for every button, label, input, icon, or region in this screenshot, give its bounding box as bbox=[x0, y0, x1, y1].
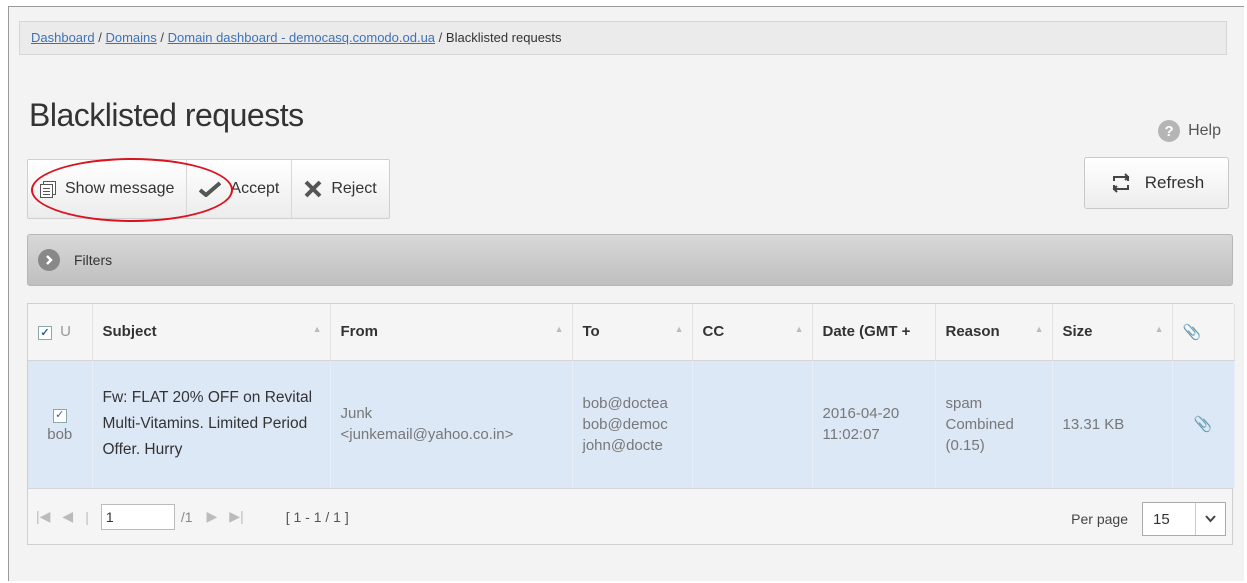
per-page-value: 15 bbox=[1153, 510, 1170, 528]
show-message-button[interactable]: Show message bbox=[28, 160, 188, 218]
row-reason-line: spam bbox=[945, 394, 983, 412]
breadcrumb-separator: / bbox=[98, 30, 102, 45]
next-page-icon[interactable]: ▶ bbox=[207, 508, 218, 525]
breadcrumb-dashboard-link[interactable]: Dashboard bbox=[31, 30, 95, 45]
refresh-button[interactable]: Refresh bbox=[1084, 157, 1229, 209]
row-subject: Fw: FLAT 20% OFF on Revital Multi-Vitami… bbox=[92, 360, 331, 488]
table-row[interactable]: ✓ bob Fw: FLAT 20% OFF on Revital Multi-… bbox=[28, 360, 1235, 488]
pagination-bar: |◀ ◀ | /1 ▶ ▶| [ 1 - 1 / 1 ] Per page 15 bbox=[28, 488, 1232, 544]
row-cc bbox=[692, 360, 813, 488]
last-page-icon[interactable]: ▶| bbox=[229, 508, 243, 525]
x-icon bbox=[304, 180, 322, 198]
sort-icon: ▲ bbox=[674, 324, 684, 334]
row-from-email: <junkemail@yahoo.co.in> bbox=[340, 426, 514, 444]
row-attachment: 📎 bbox=[1172, 360, 1235, 488]
row-reason: spam Combined (0.15) bbox=[935, 360, 1053, 488]
breadcrumb-separator: / bbox=[438, 30, 443, 45]
column-label: From bbox=[340, 323, 379, 341]
column-label: Subject bbox=[102, 323, 157, 341]
reject-button[interactable]: Reject bbox=[292, 160, 388, 218]
help-label: Help bbox=[1188, 122, 1221, 139]
pager-divider: | bbox=[85, 508, 89, 525]
column-label: Size bbox=[1062, 323, 1093, 341]
paperclip-icon: 📎 bbox=[1182, 323, 1202, 341]
paperclip-icon: 📎 bbox=[1193, 415, 1213, 433]
per-page-control: Per page 15 bbox=[1071, 502, 1226, 536]
record-range: [ 1 - 1 / 1 ] bbox=[285, 508, 349, 525]
show-message-label: Show message bbox=[65, 180, 175, 197]
row-user: bob bbox=[47, 426, 73, 444]
column-label: To bbox=[582, 323, 600, 341]
breadcrumb-domain-dashboard-link[interactable]: Domain dashboard - democasq.comodo.od.ua bbox=[168, 30, 435, 45]
page-number-input[interactable] bbox=[100, 503, 175, 530]
reject-label: Reject bbox=[331, 180, 377, 197]
accept-label: Accept bbox=[230, 180, 280, 197]
column-header-to[interactable]: To ▲ bbox=[572, 304, 693, 361]
breadcrumb: Dashboard / Domains / Domain dashboard -… bbox=[19, 21, 1227, 55]
refresh-label: Refresh bbox=[1144, 173, 1205, 192]
column-header-from[interactable]: From ▲ bbox=[330, 304, 573, 361]
select-all-header[interactable]: ✓ U bbox=[28, 304, 93, 361]
row-checkbox[interactable]: ✓ bbox=[52, 408, 67, 423]
user-column-header: U bbox=[60, 323, 72, 341]
total-pages: /1 bbox=[180, 508, 193, 525]
filters-panel-toggle[interactable]: Filters bbox=[27, 234, 1233, 286]
column-label: Reason bbox=[945, 323, 1000, 341]
row-to: bob@doctea bob@democ john@docte bbox=[572, 360, 693, 488]
per-page-select[interactable]: 15 bbox=[1142, 502, 1226, 536]
per-page-label: Per page bbox=[1071, 511, 1128, 527]
question-icon: ? bbox=[1158, 120, 1181, 142]
row-reason-line: (0.15) bbox=[945, 436, 985, 454]
action-toolbar: Show message Accept Reject bbox=[27, 159, 390, 219]
app-frame: Dashboard / Domains / Domain dashboard -… bbox=[8, 6, 1244, 581]
breadcrumb-separator: / bbox=[160, 30, 165, 45]
row-reason-line: Combined bbox=[945, 415, 1014, 433]
chevron-right-icon bbox=[38, 249, 60, 271]
sort-icon: ▲ bbox=[1034, 324, 1044, 334]
row-to-address: bob@doctea bbox=[582, 394, 668, 412]
breadcrumb-current: Blacklisted requests bbox=[445, 30, 562, 45]
row-date-day: 2016-04-20 bbox=[822, 405, 900, 423]
column-header-cc[interactable]: CC ▲ bbox=[692, 304, 813, 361]
page-title: Blacklisted requests bbox=[29, 97, 304, 133]
requests-table: ✓ U Subject ▲ From ▲ To ▲ CC ▲ Date (GMT + R… bbox=[27, 303, 1235, 545]
chevron-down-icon bbox=[1195, 503, 1225, 535]
checkmark-icon bbox=[199, 181, 222, 197]
breadcrumb-domains-link[interactable]: Domains bbox=[105, 30, 156, 45]
row-date-time: 11:02:07 bbox=[822, 426, 880, 444]
row-date: 2016-04-20 11:02:07 bbox=[812, 360, 936, 488]
row-from: Junk <junkemail@yahoo.co.in> bbox=[330, 360, 573, 488]
row-to-address: john@docte bbox=[582, 436, 663, 454]
message-icon bbox=[40, 180, 56, 198]
filters-label: Filters bbox=[74, 252, 113, 268]
sort-icon: ▲ bbox=[554, 324, 564, 334]
accept-button[interactable]: Accept bbox=[187, 160, 293, 218]
first-page-icon[interactable]: |◀ bbox=[36, 508, 50, 525]
column-header-date[interactable]: Date (GMT + bbox=[812, 304, 936, 361]
column-label: CC bbox=[702, 323, 725, 341]
sort-icon: ▲ bbox=[794, 324, 804, 334]
column-header-reason[interactable]: Reason ▲ bbox=[935, 304, 1053, 361]
row-size: 13.31 KB bbox=[1052, 360, 1173, 488]
refresh-icon bbox=[1112, 173, 1130, 193]
content-area: Dashboard / Domains / Domain dashboard -… bbox=[19, 21, 1235, 581]
select-all-checkbox[interactable]: ✓ bbox=[38, 325, 52, 340]
sort-icon: ▲ bbox=[1154, 324, 1164, 334]
row-to-address: bob@democ bbox=[582, 415, 668, 433]
row-from-name: Junk bbox=[340, 405, 373, 423]
column-header-size[interactable]: Size ▲ bbox=[1052, 304, 1173, 361]
help-link[interactable]: ? Help bbox=[1158, 120, 1221, 142]
column-header-attachment[interactable]: 📎 bbox=[1172, 304, 1235, 361]
column-label: Date (GMT + bbox=[822, 323, 911, 341]
prev-page-icon[interactable]: ◀ bbox=[62, 508, 73, 525]
sort-icon: ▲ bbox=[312, 324, 322, 334]
table-header-row: ✓ U Subject ▲ From ▲ To ▲ CC ▲ Date (GMT + R… bbox=[28, 304, 1235, 361]
column-header-subject[interactable]: Subject ▲ bbox=[92, 304, 331, 361]
